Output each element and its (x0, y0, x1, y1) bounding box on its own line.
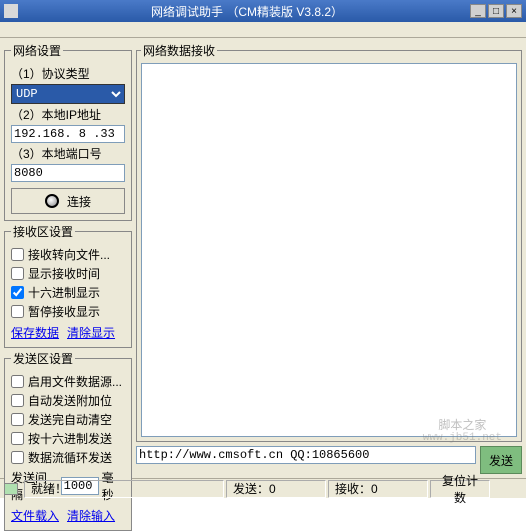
local-ip-label: （2）本地IP地址 (11, 106, 125, 123)
reset-count-button[interactable]: 复位计数 (430, 480, 490, 498)
pause-recv-row[interactable]: 暂停接收显示 (11, 303, 125, 320)
right-panel: 网络数据接收 发送 (136, 42, 522, 474)
local-ip-input[interactable] (11, 125, 125, 143)
window-buttons: _ □ × (470, 4, 522, 18)
maximize-button[interactable]: □ (488, 4, 504, 18)
network-settings-legend: 网络设置 (11, 42, 63, 59)
local-port-input[interactable] (11, 164, 125, 182)
loop-send-checkbox[interactable] (11, 451, 24, 464)
recv-settings-group: 接收区设置 接收转向文件... 显示接收时间 十六进制显示 暂停接收显示 保存数… (4, 223, 132, 348)
send-input[interactable] (136, 446, 476, 464)
close-button[interactable]: × (506, 4, 522, 18)
window-title: 网络调试助手 （CM精装版 V3.8.2） (24, 3, 470, 20)
hex-display-row[interactable]: 十六进制显示 (11, 284, 125, 301)
recv-to-file-checkbox[interactable] (11, 248, 24, 261)
connect-button[interactable]: 连接 (11, 188, 125, 214)
left-panel: 网络设置 （1）协议类型 UDP （2）本地IP地址 （3）本地端口号 连接 接… (4, 42, 132, 474)
hex-display-checkbox[interactable] (11, 286, 24, 299)
statusbar: 就绪！ 发送：0 接收：0 复位计数 (0, 478, 526, 498)
status-icon (4, 483, 18, 495)
network-settings-group: 网络设置 （1）协议类型 UDP （2）本地IP地址 （3）本地端口号 连接 (4, 42, 132, 221)
connect-status-icon (45, 194, 59, 208)
hex-send-row[interactable]: 按十六进制发送 (11, 430, 125, 447)
recv-settings-legend: 接收区设置 (11, 223, 75, 240)
app-icon (4, 4, 18, 18)
hex-send-checkbox[interactable] (11, 432, 24, 445)
protocol-select[interactable]: UDP (11, 84, 125, 104)
save-data-link[interactable]: 保存数据 (11, 324, 59, 341)
send-settings-legend: 发送区设置 (11, 350, 75, 367)
clear-input-link[interactable]: 清除输入 (67, 507, 115, 524)
recv-links: 保存数据 清除显示 (11, 324, 125, 341)
titlebar: 网络调试助手 （CM精装版 V3.8.2） _ □ × (0, 0, 526, 22)
protocol-label: （1）协议类型 (11, 65, 125, 82)
file-load-link[interactable]: 文件载入 (11, 507, 59, 524)
pause-recv-checkbox[interactable] (11, 305, 24, 318)
status-rx: 接收：0 (328, 480, 428, 498)
status-tx: 发送：0 (226, 480, 326, 498)
auto-clear-row[interactable]: 发送完自动清空 (11, 411, 125, 428)
file-source-row[interactable]: 启用文件数据源... (11, 373, 125, 390)
connect-button-label: 连接 (67, 193, 91, 210)
recv-data-legend: 网络数据接收 (141, 42, 217, 59)
send-row: 发送 (136, 446, 522, 474)
recv-data-group: 网络数据接收 (136, 42, 522, 442)
local-port-label: （3）本地端口号 (11, 145, 125, 162)
send-links: 文件载入 清除输入 (11, 507, 125, 524)
main-area: 网络设置 （1）协议类型 UDP （2）本地IP地址 （3）本地端口号 连接 接… (0, 38, 526, 478)
show-recv-time-checkbox[interactable] (11, 267, 24, 280)
show-recv-time-row[interactable]: 显示接收时间 (11, 265, 125, 282)
loop-send-row[interactable]: 数据流循环发送 (11, 449, 125, 466)
recv-textarea[interactable] (141, 63, 517, 437)
auto-append-row[interactable]: 自动发送附加位 (11, 392, 125, 409)
menubar (0, 22, 526, 38)
status-ready: 就绪！ (24, 480, 224, 498)
send-settings-group: 发送区设置 启用文件数据源... 自动发送附加位 发送完自动清空 按十六进制发送… (4, 350, 132, 531)
file-source-checkbox[interactable] (11, 375, 24, 388)
minimize-button[interactable]: _ (470, 4, 486, 18)
send-button[interactable]: 发送 (480, 446, 522, 474)
clear-display-link[interactable]: 清除显示 (67, 324, 115, 341)
auto-clear-checkbox[interactable] (11, 413, 24, 426)
auto-append-checkbox[interactable] (11, 394, 24, 407)
recv-to-file-row[interactable]: 接收转向文件... (11, 246, 125, 263)
